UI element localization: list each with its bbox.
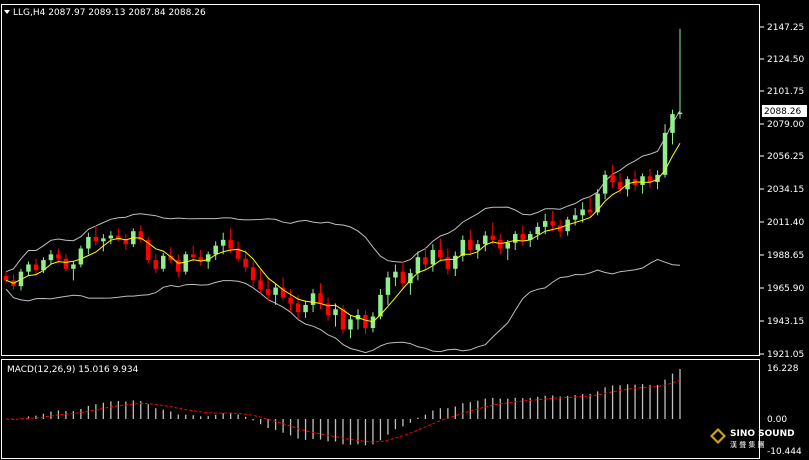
candle-body (243, 258, 248, 268)
candle-body (542, 221, 548, 227)
candle-body (662, 132, 668, 175)
candle-body (572, 215, 578, 220)
candle-body (423, 257, 428, 265)
price-tick-label: 2034.15 (767, 185, 804, 195)
candle-body (108, 235, 114, 239)
candle-body (318, 293, 323, 304)
symbol-info: LLG,H4 2087.97 2089.13 2087.84 2088.26 (13, 8, 206, 18)
candle-body (602, 174, 608, 194)
candle-body (505, 242, 511, 249)
logo-subtext: 漢 聲 集 團 (730, 440, 765, 449)
candle-body (63, 258, 69, 269)
candle-body (123, 239, 129, 245)
candle-body (460, 239, 466, 256)
candle-body (512, 234, 518, 243)
candle-body (78, 248, 84, 265)
candle-body (310, 293, 316, 305)
candle-body (587, 209, 593, 213)
candle-body (640, 176, 645, 185)
candle-body (213, 245, 218, 255)
price-tick-label: 2079.00 (767, 120, 804, 130)
candle-body (250, 267, 256, 281)
candle-body (550, 221, 555, 226)
candle-body (677, 112, 683, 115)
price-chart[interactable]: LLG,H4 2087.97 2089.13 2087.84 2088.26 2… (0, 0, 809, 460)
candle-body (56, 254, 61, 259)
candle-body (438, 249, 443, 258)
candle-body (220, 239, 226, 246)
candle-body (348, 319, 353, 330)
candle-body (415, 257, 421, 274)
candle-body (288, 297, 293, 304)
candle-body (483, 235, 488, 245)
candle-body (655, 174, 660, 183)
candle-body (265, 289, 271, 295)
candle-body (303, 304, 308, 313)
candle-body (153, 260, 159, 269)
candle-body (340, 309, 346, 330)
candle-body (393, 271, 398, 278)
logo-text: SINO SOUND (730, 429, 795, 439)
candle-body (48, 254, 54, 261)
price-tick-label: 2124.50 (767, 55, 804, 65)
candle-body (610, 174, 615, 183)
candle-body (26, 264, 31, 272)
candle-body (258, 280, 263, 290)
macd-label: MACD(12,26,9) 15.016 9.934 (7, 365, 139, 375)
candle-body (295, 303, 301, 313)
candle-body (71, 264, 76, 269)
macd-tick-label: 16.228 (767, 364, 799, 374)
candle-body (333, 309, 338, 316)
candle-body (490, 235, 496, 240)
candle-body (93, 236, 99, 242)
candle-body (498, 239, 503, 249)
candle-body (468, 239, 473, 250)
candle-body (161, 255, 166, 269)
candle-body (520, 234, 525, 240)
price-tick-label: 2101.75 (767, 87, 804, 97)
candle-body (617, 182, 623, 190)
candle-body (183, 254, 188, 272)
candle-body (400, 271, 406, 284)
price-tick-label: 1943.15 (767, 317, 804, 327)
candle-body (273, 287, 278, 295)
price-tick-label: 2147.25 (767, 23, 804, 33)
candle-body (33, 264, 39, 271)
price-tick-label: 1921.05 (767, 350, 804, 360)
candle-body (580, 209, 585, 216)
candle-body (363, 315, 368, 329)
price-tick-label: 2056.25 (767, 152, 804, 162)
macd-tick-label: 0.00 (767, 415, 787, 425)
candle-body (430, 249, 436, 265)
price-tick-label: 1965.90 (767, 284, 804, 294)
candle-body (86, 236, 91, 249)
price-tick-label: 1988.65 (767, 251, 804, 261)
candle-body (370, 316, 376, 329)
candle-body (535, 226, 540, 235)
macd-tick-label: -10.444 (767, 447, 802, 457)
candle-body (228, 239, 233, 249)
price-tick-label: 2011.40 (767, 218, 804, 228)
candle-body (475, 244, 481, 250)
candle-body (385, 277, 391, 295)
candle-body (190, 254, 196, 258)
candle-body (101, 238, 106, 242)
current-price-label: 2088.26 (764, 107, 801, 117)
candle-body (670, 114, 675, 133)
candle-body (3, 276, 9, 281)
